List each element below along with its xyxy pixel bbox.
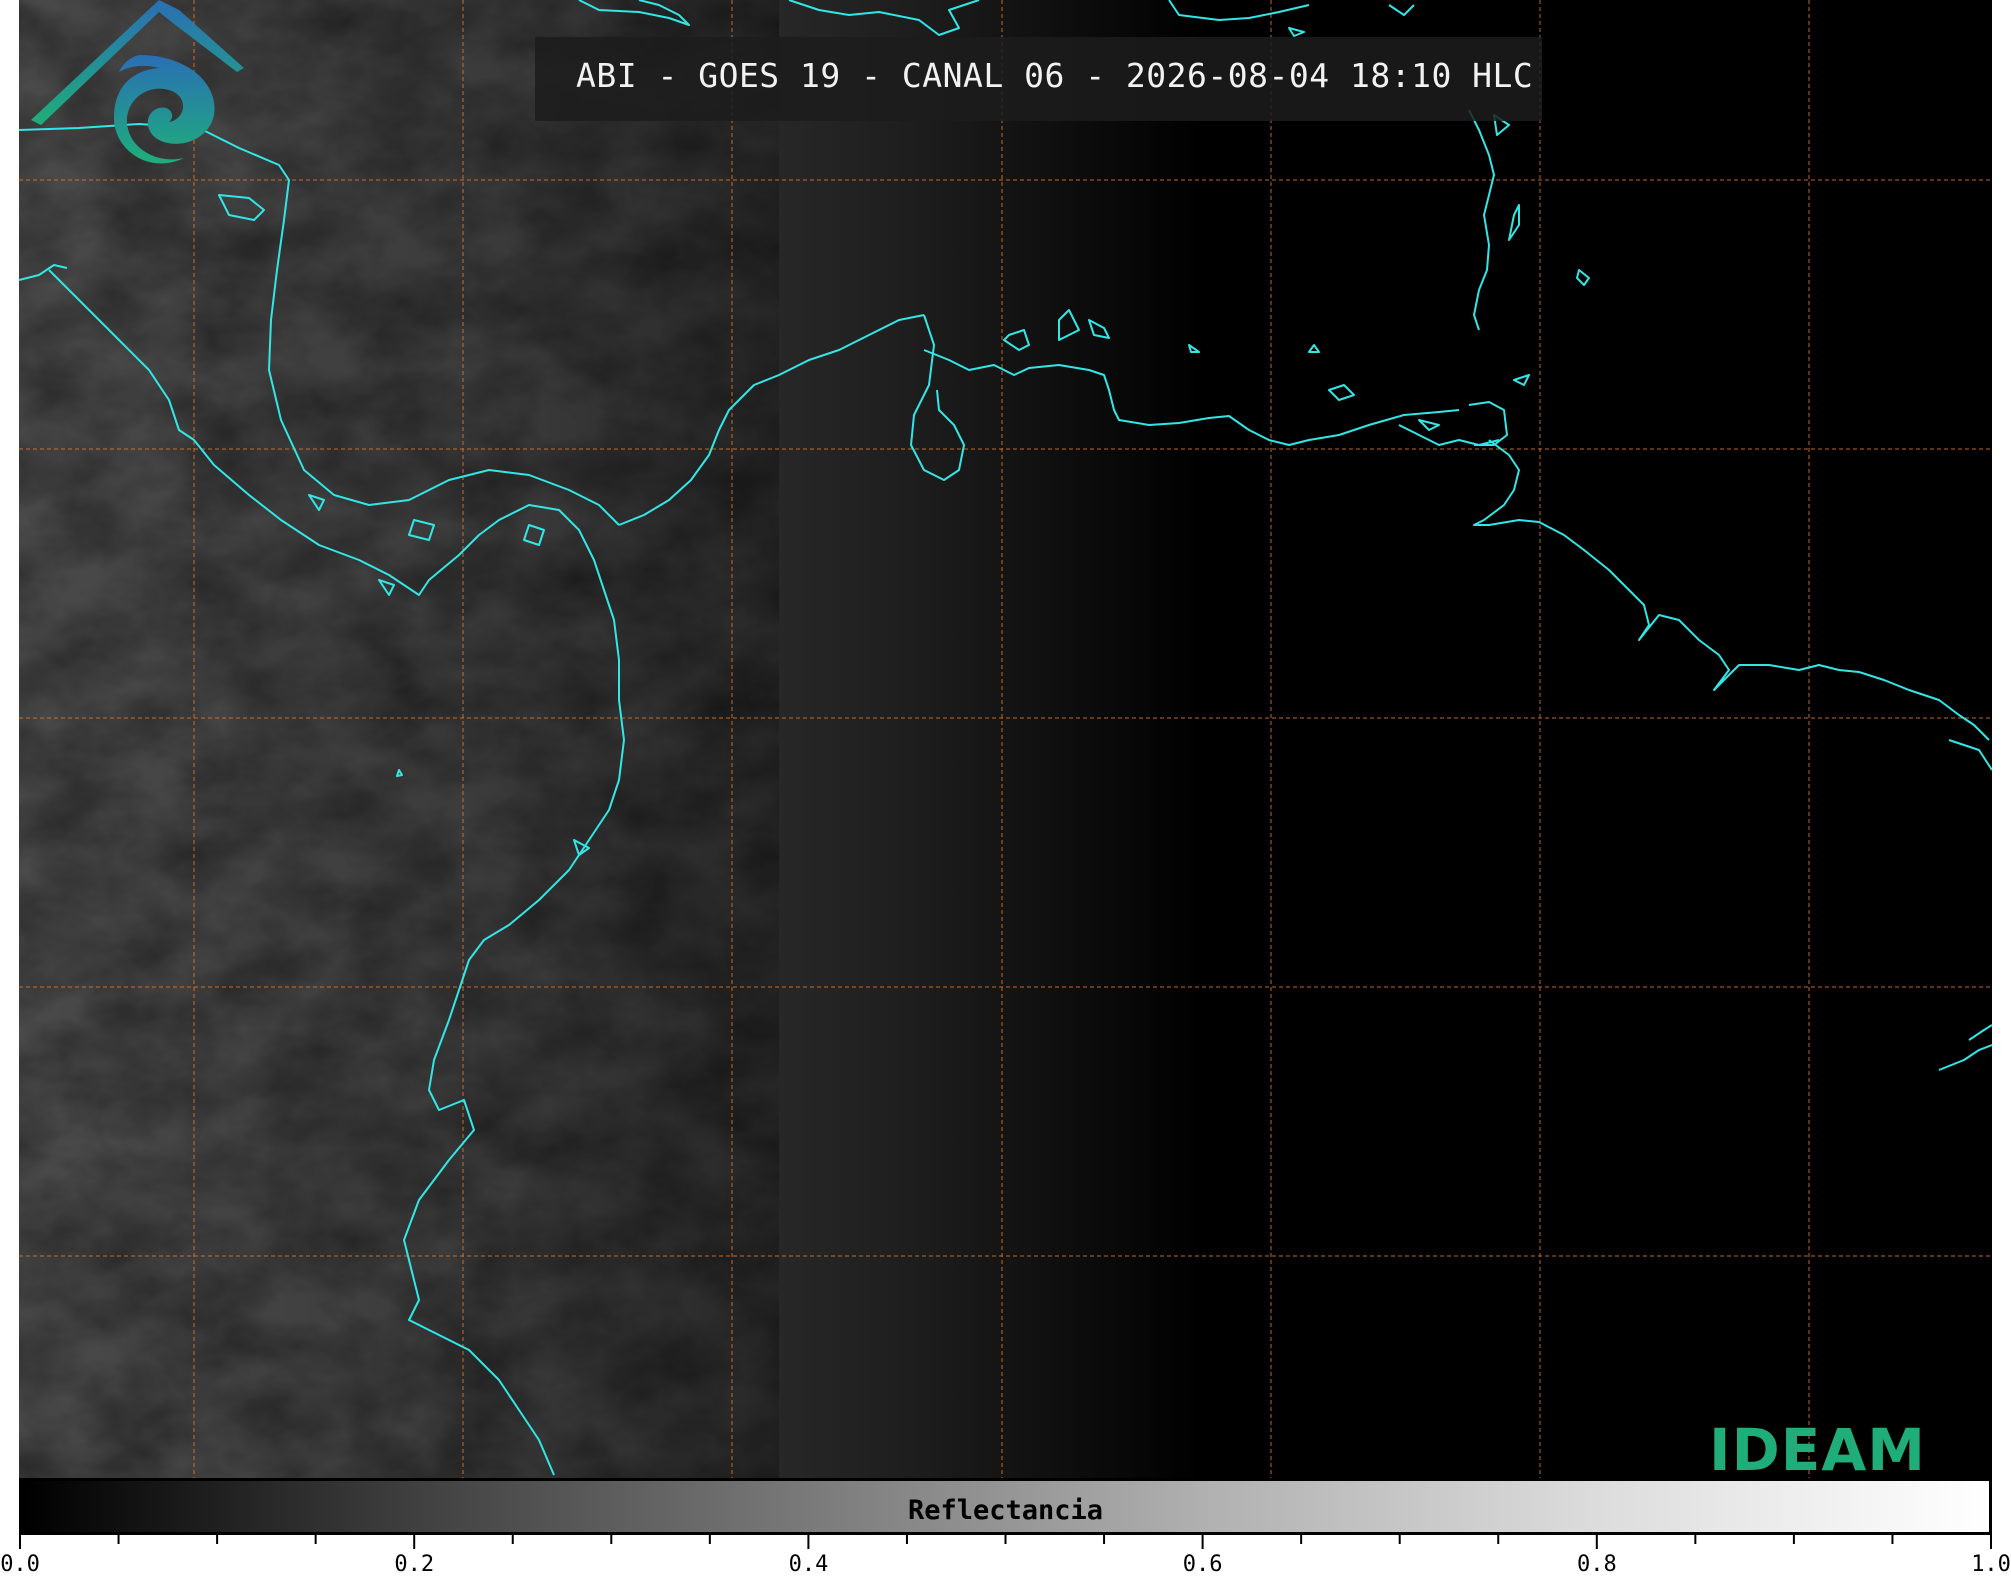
colorbar-tick-label: 0.6 (1182, 1552, 1223, 1577)
ideam-logo-text: IDEAM (1709, 1416, 1926, 1478)
colorbar-tick-label: 1.0 (1971, 1552, 2011, 1577)
colorbar-label: Reflectancia (907, 1495, 1104, 1526)
map-canvas (19, 0, 1992, 1478)
satellite-map[interactable]: ABI - GOES 19 - CANAL 06 - 2026-08-04 18… (19, 0, 1992, 1478)
colorbar-tick-label: 0.2 (394, 1552, 435, 1577)
ideam-logo-icon (31, 0, 244, 164)
colorbar-tick-label: 0.4 (788, 1552, 829, 1577)
colorbar: Reflectancia (19, 1478, 1992, 1535)
colorbar-tick-label: 0.0 (0, 1552, 40, 1577)
colorbar-tick-label: 0.8 (1577, 1552, 1617, 1577)
map-title: ABI - GOES 19 - CANAL 06 - 2026-08-04 18… (576, 56, 1534, 95)
